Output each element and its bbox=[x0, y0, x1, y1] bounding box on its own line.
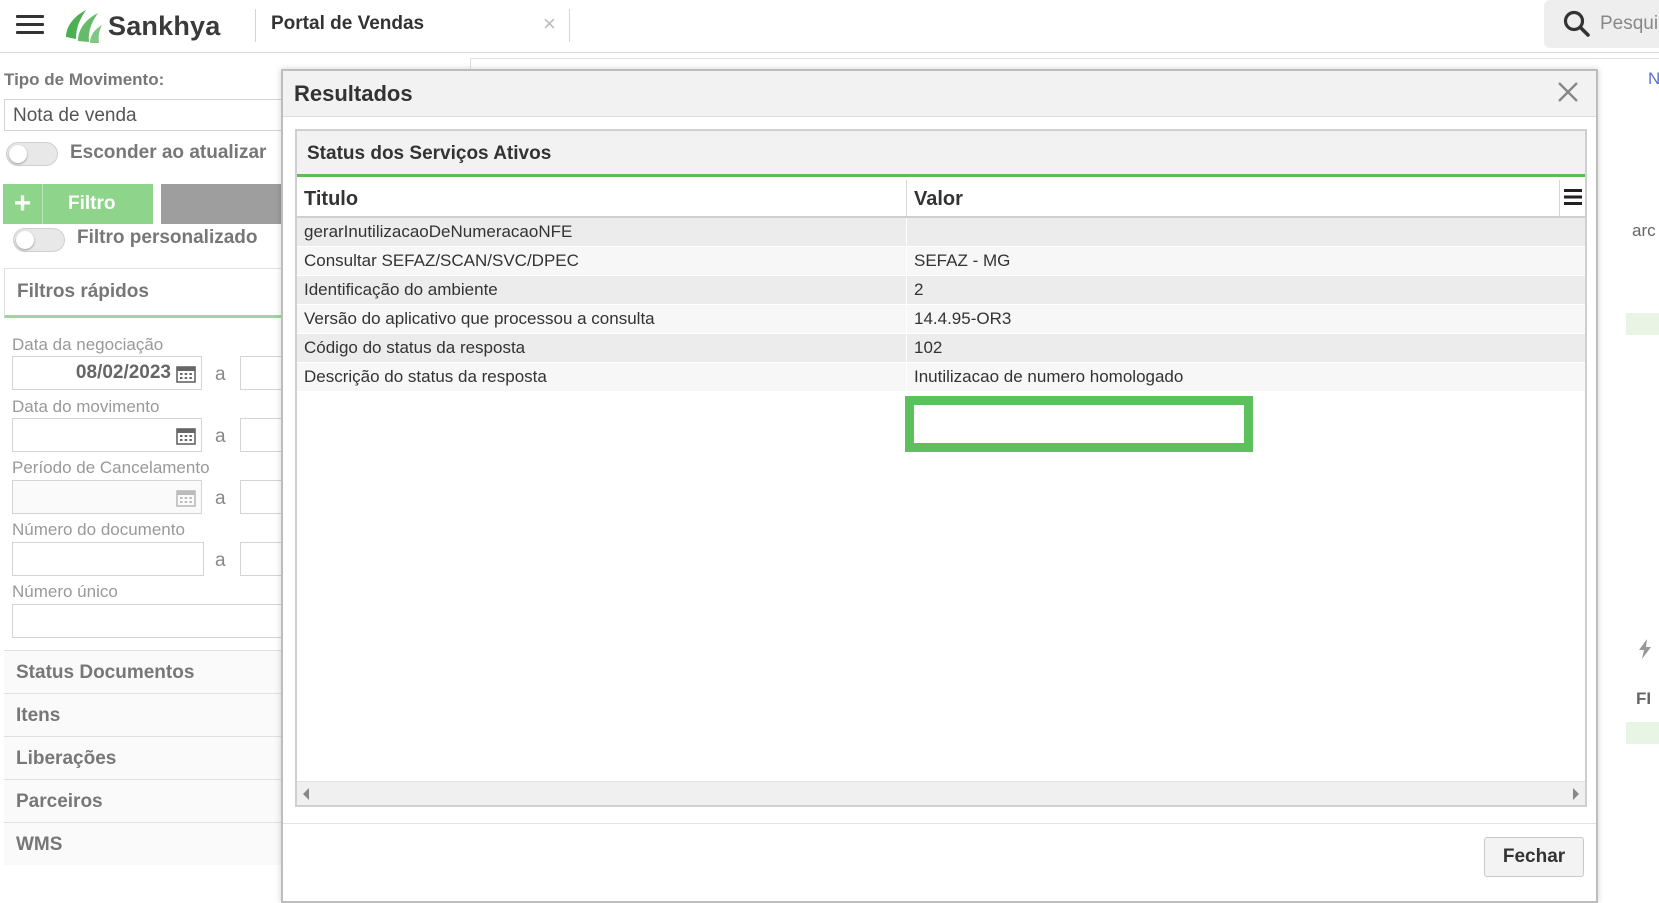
accordion-itens[interactable]: Itens bbox=[4, 693, 294, 736]
close-icon[interactable] bbox=[1554, 78, 1582, 106]
periodo-cancelamento-input[interactable] bbox=[12, 480, 202, 514]
calendar-icon[interactable] bbox=[176, 489, 196, 507]
results-grid: Titulo Valor gerarInutilizacaoDeNumeraca… bbox=[297, 180, 1585, 392]
table-row[interactable]: Código do status da resposta 102 bbox=[297, 334, 1585, 363]
data-movimento-input[interactable] bbox=[12, 418, 202, 452]
close-button[interactable]: Fechar bbox=[1484, 837, 1584, 877]
cell-titulo: Versão do aplicativo que processou a con… bbox=[304, 309, 655, 328]
cell-divider bbox=[906, 247, 907, 275]
brand-name: Sankhya bbox=[108, 10, 221, 41]
filtros-rapidos-header[interactable]: Filtros rápidos bbox=[4, 268, 294, 318]
scroll-right-icon[interactable] bbox=[1573, 788, 1579, 800]
cell-titulo: Código do status da resposta bbox=[304, 338, 526, 357]
grid-menu-icon[interactable] bbox=[1564, 188, 1582, 206]
table-row[interactable]: Descrição do status da resposta Inutiliz… bbox=[297, 363, 1585, 392]
range-separator: a bbox=[215, 550, 226, 571]
search-input[interactable]: Pesqui bbox=[1600, 13, 1658, 35]
dialog-title: Resultados bbox=[294, 81, 413, 106]
cell-valor: 2 bbox=[914, 280, 924, 299]
dialog-footer: Fechar bbox=[283, 823, 1596, 903]
column-header-valor[interactable]: Valor bbox=[914, 188, 963, 211]
data-negociacao-value: 08/02/2023 bbox=[75, 362, 171, 383]
highlight-annotation bbox=[905, 396, 1253, 452]
cell-divider bbox=[906, 363, 907, 391]
table-row[interactable]: Consultar SEFAZ/SCAN/SVC/DPEC SEFAZ - MG bbox=[297, 247, 1585, 276]
accordion-liberacoes[interactable]: Liberações bbox=[4, 736, 294, 779]
numero-unico-input[interactable] bbox=[12, 604, 302, 638]
horizontal-scrollbar[interactable] bbox=[297, 781, 1585, 805]
data-negociacao-input[interactable]: 08/02/2023 bbox=[12, 356, 202, 390]
tipo-movimento-select[interactable]: Nota de venda bbox=[4, 99, 294, 131]
cell-titulo: Identificação do ambiente bbox=[304, 280, 498, 299]
range-separator: a bbox=[215, 426, 226, 447]
accordion-parceiros[interactable]: Parceiros bbox=[4, 779, 294, 822]
esconder-label: Esconder ao atualizar bbox=[70, 142, 267, 163]
numero-documento-input[interactable] bbox=[12, 542, 204, 576]
background-text-fragment: arc bbox=[1632, 221, 1656, 240]
background-text-fragment: FI bbox=[1636, 689, 1652, 708]
scroll-left-icon[interactable] bbox=[303, 788, 309, 800]
data-negociacao-label: Data da negociação bbox=[12, 335, 164, 354]
cell-divider bbox=[906, 276, 907, 304]
range-separator: a bbox=[215, 364, 226, 385]
resultados-dialog: Resultados Status dos Serviços Ativos Ti… bbox=[281, 69, 1598, 903]
brand-logo[interactable]: Sankhya bbox=[62, 6, 220, 46]
filtro-personalizado-label: Filtro personalizado bbox=[77, 227, 258, 248]
range-separator: a bbox=[215, 488, 226, 509]
cell-divider bbox=[906, 218, 907, 246]
table-row[interactable]: Versão do aplicativo que processou a con… bbox=[297, 305, 1585, 334]
background-row-highlight bbox=[1626, 313, 1659, 335]
filtros-rapidos-title: Filtros rápidos bbox=[17, 281, 149, 302]
esconder-toggle[interactable] bbox=[6, 142, 58, 166]
background-row-highlight bbox=[1626, 722, 1659, 744]
divider bbox=[569, 9, 570, 42]
filtro-personalizado-toggle[interactable] bbox=[13, 228, 65, 252]
add-filter-button[interactable]: + Filtro bbox=[3, 184, 153, 224]
table-row[interactable]: Identificação do ambiente 2 bbox=[297, 276, 1585, 305]
tipo-movimento-label: Tipo de Movimento: bbox=[4, 70, 165, 89]
cell-valor: 14.4.95-OR3 bbox=[914, 309, 1012, 328]
background-link-fragment[interactable]: N bbox=[1648, 69, 1659, 89]
table-row[interactable]: gerarInutilizacaoDeNumeracaoNFE bbox=[297, 218, 1585, 247]
column-divider[interactable] bbox=[906, 180, 907, 216]
cell-valor: 102 bbox=[914, 338, 943, 357]
column-header-titulo[interactable]: Titulo bbox=[304, 188, 358, 211]
numero-unico-label: Número único bbox=[12, 582, 118, 601]
divider bbox=[255, 9, 256, 42]
secondary-action-button[interactable] bbox=[161, 184, 301, 224]
grid-header: Titulo Valor bbox=[297, 180, 1585, 218]
cell-titulo: gerarInutilizacaoDeNumeracaoNFE bbox=[304, 222, 573, 241]
panel-title: Status dos Serviços Ativos bbox=[307, 143, 552, 164]
global-search[interactable]: Pesqui bbox=[1544, 0, 1659, 48]
accordion-wms[interactable]: WMS bbox=[4, 822, 294, 865]
filter-panel: Tipo de Movimento: Nota de venda Esconde… bbox=[0, 54, 302, 903]
filter-button-label: Filtro bbox=[68, 193, 116, 214]
search-icon bbox=[1563, 10, 1590, 37]
tab-portal-de-vendas[interactable]: Portal de Vendas bbox=[271, 13, 424, 35]
cell-valor: SEFAZ - MG bbox=[914, 251, 1011, 270]
cell-titulo: Consultar SEFAZ/SCAN/SVC/DPEC bbox=[304, 251, 579, 270]
panel-header: Status dos Serviços Ativos bbox=[297, 131, 1585, 177]
numero-documento-label: Número do documento bbox=[12, 520, 185, 539]
sankhya-logo-icon bbox=[66, 10, 102, 43]
top-bar: Sankhya Portal de Vendas × Pesqui bbox=[0, 0, 1659, 53]
cell-valor: Inutilizacao de numero homologado bbox=[914, 367, 1184, 386]
data-movimento-label: Data do movimento bbox=[12, 397, 160, 416]
cell-divider bbox=[906, 305, 907, 333]
dialog-header: Resultados bbox=[283, 71, 1596, 117]
cell-titulo: Descrição do status da resposta bbox=[304, 367, 547, 386]
calendar-icon[interactable] bbox=[176, 427, 196, 445]
cell-divider bbox=[906, 334, 907, 362]
calendar-icon[interactable] bbox=[176, 365, 196, 383]
plus-icon: + bbox=[3, 184, 43, 224]
accordion-status-documentos[interactable]: Status Documentos bbox=[4, 650, 294, 693]
status-servicos-panel: Status dos Serviços Ativos Titulo Valor … bbox=[295, 129, 1587, 807]
hamburger-menu-icon[interactable] bbox=[16, 12, 44, 38]
column-divider[interactable] bbox=[1559, 180, 1560, 216]
tab-close-icon[interactable]: × bbox=[543, 11, 556, 37]
periodo-cancelamento-label: Período de Cancelamento bbox=[12, 458, 210, 477]
lightning-icon[interactable] bbox=[1637, 638, 1653, 660]
